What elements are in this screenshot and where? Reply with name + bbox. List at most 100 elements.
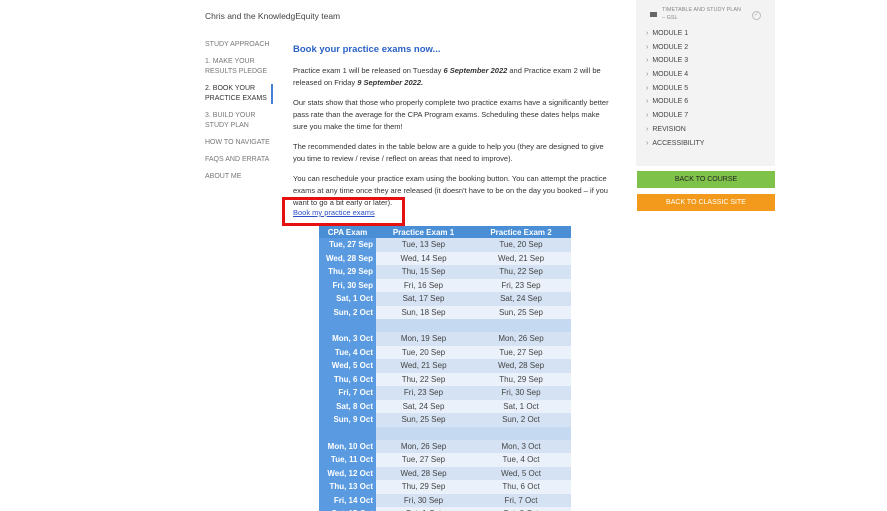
table-row: Fri, 7 Oct Fri, 23 Sep Fri, 30 Sep [319,386,571,400]
practice-exam-2-cell: Sun, 2 Oct [471,413,571,427]
chevron-right-icon: › [646,84,649,92]
practice-exam-2-cell: Tue, 20 Sep [471,238,571,252]
module-label: MODULE 2 [652,43,689,51]
practice-exam-2-cell: Mon, 26 Sep [471,332,571,346]
practice-exam-2-cell: Sat, 8 Oct [471,507,571,511]
cpa-exam-cell: Thu, 29 Sep [319,265,376,279]
chevron-right-icon: › [646,30,649,37]
chevron-right-icon: › [646,139,649,147]
practice-exam-2-cell: Tue, 27 Sep [471,345,571,359]
table-header-row: CPA Exam Practice Exam 1 Practice Exam 2 [319,226,571,238]
module-list: › MODULE 1 › MODULE 2 › MODULE 3 › MODULE 4 › MOD… [646,27,704,150]
recommend-paragraph: The recommended dates in the table below… [293,142,604,163]
cpa-exam-cell: Tue, 11 Oct [319,453,376,467]
cpa-exam-cell: Wed, 12 Oct [319,466,376,480]
cpa-exam-cell [319,319,376,332]
practice-exam-2-cell [471,319,571,332]
practice-exam-1-cell: Fri, 30 Sep [376,493,471,507]
cpa-exam-cell: Fri, 30 Sep [319,278,376,292]
back-to-classic-site-button[interactable]: BACK TO CLASSIC SITE [637,194,775,211]
highlight-box [282,197,405,226]
sidebar-module-item[interactable]: › ACCESSIBILITY [646,137,704,151]
sidebar-module-item[interactable]: › REVISION [646,123,704,137]
cpa-exam-cell: Wed, 5 Oct [319,359,376,373]
practice-exam-1-cell: Fri, 23 Sep [376,386,471,400]
practice-exam-2-cell: Tue, 4 Oct [471,453,571,467]
practice-exam-1-cell: Sat, 17 Sep [376,292,471,306]
chevron-right-icon: › [646,71,649,79]
practice-exam-2-cell: Fri, 30 Sep [471,386,571,400]
sidebar-module-item[interactable]: › MODULE 3 [646,54,704,68]
cpa-exam-cell: Sat, 1 Oct [319,292,376,306]
intro-text: Chris and the KnowledgEquity team [205,11,341,21]
release-date-1: 6 September 2022 [443,66,508,75]
cpa-exam-cell: Sun, 9 Oct [319,413,376,427]
practice-exam-2-cell: Wed, 28 Sep [471,359,571,373]
cpa-exam-cell: Thu, 6 Oct [319,372,376,386]
sidebar-module-item[interactable]: › MODULE 6 [646,95,704,109]
nav-item-book-practice-exams[interactable]: 2. BOOK YOUR PRACTICE EXAMS [205,84,273,104]
sidebar-module-item[interactable]: › MODULE 7 [646,109,704,123]
practice-exam-1-cell: Wed, 14 Sep [376,251,471,265]
practice-exam-1-cell: Thu, 22 Sep [376,372,471,386]
left-nav: STUDY APPROACH 1. MAKE YOUR RESULTS PLED… [205,40,273,189]
table-row: Mon, 10 Oct Mon, 26 Sep Mon, 3 Oct [319,439,571,453]
table-row [319,426,571,440]
sidebar-module-item[interactable]: › MODULE 2 [646,41,704,55]
table-row: Sat, 8 Oct Sat, 24 Sep Sat, 1 Oct [319,399,571,413]
nav-item-about-me[interactable]: ABOUT ME [205,172,273,182]
cpa-exam-cell: Fri, 7 Oct [319,386,376,400]
practice-exam-2-cell: Fri, 7 Oct [471,493,571,507]
nav-item-faqs[interactable]: FAQS AND ERRATA [205,155,273,165]
practice-exam-2-cell: Thu, 6 Oct [471,480,571,494]
table-row: Tue, 11 Oct Tue, 27 Sep Tue, 4 Oct [319,453,571,467]
table-row: Sun, 2 Oct Sun, 18 Sep Sun, 25 Sep [319,305,571,319]
practice-exam-1-cell: Sun, 18 Sep [376,305,471,319]
nav-item-results-pledge[interactable]: 1. MAKE YOUR RESULTS PLEDGE [205,57,273,77]
chevron-right-icon: › [646,112,649,120]
sidebar-module-item[interactable]: › MODULE 5 [646,82,704,96]
cpa-exam-cell: Fri, 14 Oct [319,493,376,507]
cpa-exam-cell: Sat, 15 Oct [319,507,376,511]
practice-exam-1-cell: Tue, 20 Sep [376,345,471,359]
release-paragraph: Practice exam 1 will be released on Tues… [293,65,611,89]
cpa-exam-cell: Thu, 13 Oct [319,480,376,494]
practice-exam-1-cell: Tue, 27 Sep [376,453,471,467]
practice-exam-2-cell: Sat, 1 Oct [471,399,571,413]
nav-item-how-to-navigate[interactable]: HOW TO NAVIGATE [205,138,273,148]
practice-exam-1-cell: Sat, 1 Oct [376,507,471,511]
table-row: Wed, 28 Sep Wed, 14 Sep Wed, 21 Sep [319,251,571,265]
table-row: Thu, 29 Sep Thu, 15 Sep Thu, 22 Sep [319,265,571,279]
practice-exam-1-cell [376,319,471,332]
stats-paragraph: Our stats show that those who properly c… [293,98,609,131]
cpa-exam-cell: Sat, 8 Oct [319,399,376,413]
practice-exam-1-cell: Sat, 24 Sep [376,399,471,413]
nav-item-study-approach[interactable]: STUDY APPROACH [205,40,273,50]
module-label: REVISION [652,125,686,133]
sidebar-item-timetable[interactable]: TIMETABLE AND STUDY PLAN – GSL [662,6,742,22]
page-heading: Book your practice exams now... [293,44,441,55]
sidebar-module-item[interactable]: › MODULE 4 [646,68,704,82]
cpa-exam-cell: Tue, 4 Oct [319,345,376,359]
sidebar-module-item[interactable]: › MODULE 1 [646,27,704,41]
table-row: Sat, 15 OctSat, 1 OctSat, 8 Oct [319,507,571,511]
cpa-exam-cell: Mon, 10 Oct [319,439,376,453]
practice-exam-2-cell: Sun, 25 Sep [471,305,571,319]
nav-item-study-plan[interactable]: 3. BUILD YOUR STUDY PLAN [205,111,273,131]
practice-exam-2-cell: Wed, 5 Oct [471,466,571,480]
cpa-exam-cell: Wed, 28 Sep [319,251,376,265]
module-label: MODULE 1 [652,30,689,37]
table-body: Tue, 27 Sep Tue, 13 Sep Tue, 20 Sep Wed, 28… [319,238,571,511]
cpa-exam-cell: Sun, 2 Oct [319,305,376,319]
chevron-right-icon: › [646,43,649,51]
practice-exam-1-cell: Fri, 16 Sep [376,278,471,292]
table-row: Mon, 3 Oct Mon, 19 Sep Mon, 26 Sep [319,332,571,346]
cpa-exam-cell: Mon, 3 Oct [319,332,376,346]
back-to-course-button[interactable]: BACK TO COURSE [637,171,775,188]
practice-exam-1-cell: Wed, 21 Sep [376,359,471,373]
practice-exam-2-cell: Mon, 3 Oct [471,439,571,453]
module-label: MODULE 5 [652,84,689,92]
practice-exam-2-cell: Thu, 22 Sep [471,265,571,279]
table-row: Thu, 6 Oct Thu, 22 Sep Thu, 29 Sep [319,372,571,386]
practice-exam-1-cell: Wed, 28 Sep [376,466,471,480]
